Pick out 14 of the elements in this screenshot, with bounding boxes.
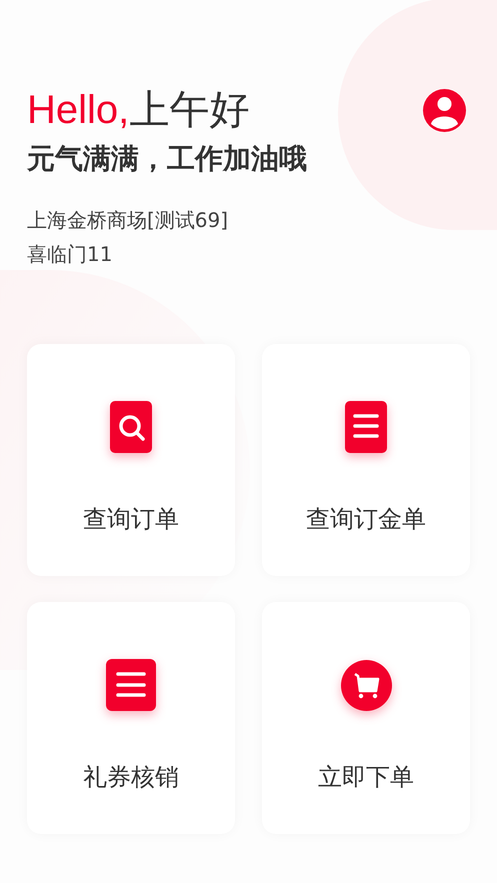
greeting-text: Hello, <box>27 87 130 134</box>
cart-icon <box>340 660 392 710</box>
search-icon <box>110 401 152 453</box>
action-card[interactable]: 查询订金单 <box>262 344 470 576</box>
store-name: 上海金桥商场[测试69] <box>27 207 230 234</box>
time-of-day-text: 上午好 <box>129 86 250 135</box>
list-icon <box>106 659 156 711</box>
subtitle-text: 元气满满，工作加油哦 <box>27 141 308 177</box>
action-card[interactable]: 查询订单 <box>27 344 235 576</box>
action-card[interactable]: 礼券核销 <box>27 602 235 834</box>
action-card[interactable]: 立即下单 <box>262 602 470 834</box>
document-icon <box>345 401 387 453</box>
user-avatar-icon[interactable] <box>423 88 466 132</box>
counter-name: 喜临门11 <box>27 241 114 268</box>
